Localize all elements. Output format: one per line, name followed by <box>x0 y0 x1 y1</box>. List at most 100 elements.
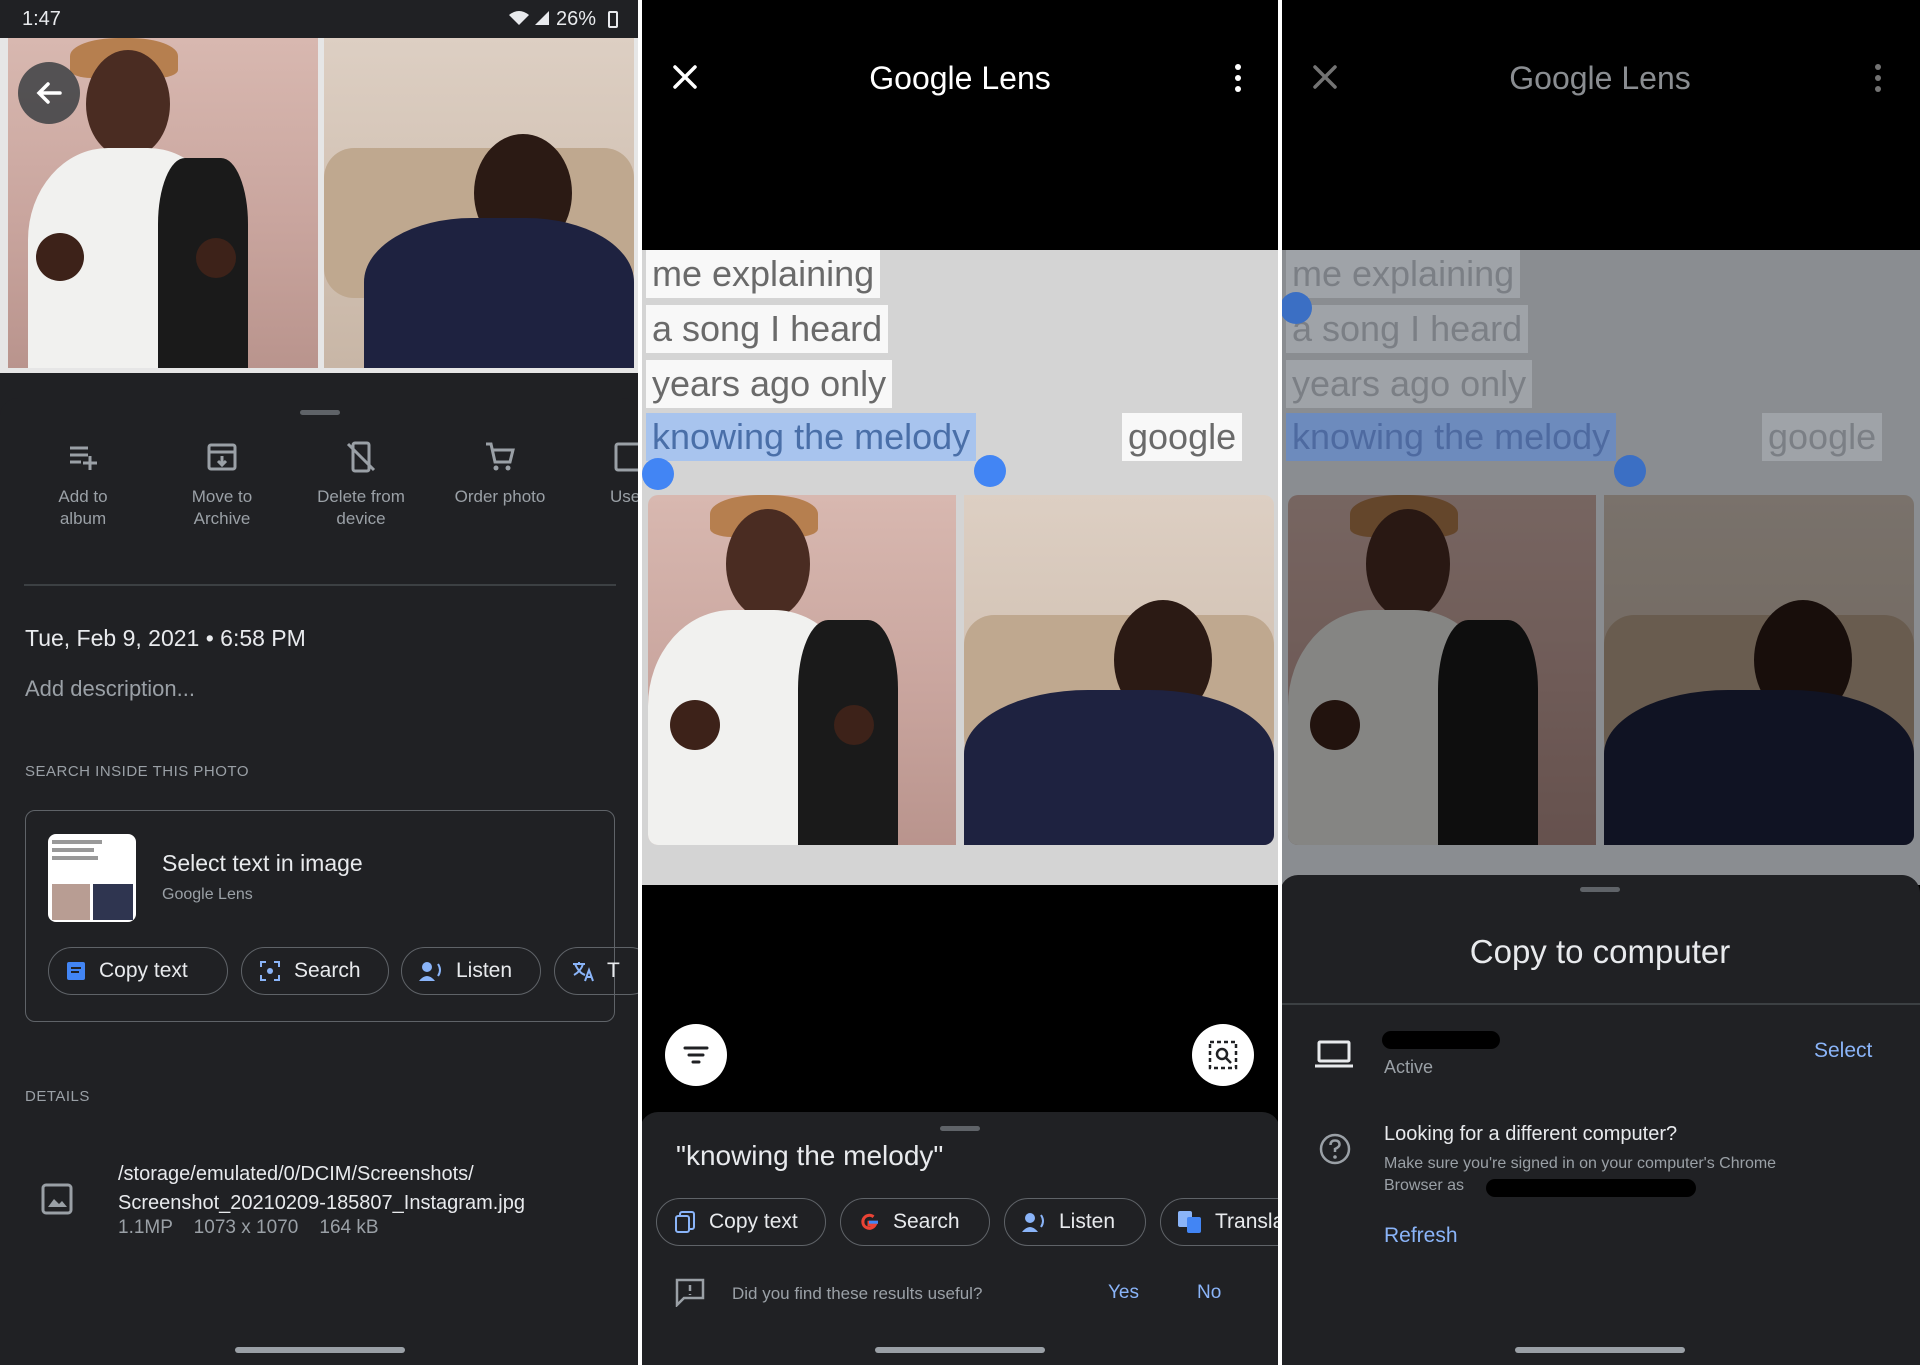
delete-from-device-button[interactable]: Delete from device <box>301 440 421 530</box>
meme-word-tag[interactable]: google <box>1122 413 1243 461</box>
search-inside-label: SEARCH INSIDE THIS PHOTO <box>25 763 249 780</box>
translate-chip[interactable]: Transla <box>1160 1198 1280 1246</box>
copy-to-computer-panel: Google Lens me explaining a song I heard… <box>1280 0 1920 1365</box>
meme-word-line-4-selected[interactable]: knowing the melody <box>1286 413 1617 461</box>
wifi-icon <box>508 10 530 26</box>
divider <box>24 584 616 586</box>
copy-text-chip[interactable]: Copy text <box>656 1198 826 1246</box>
lens-title: Google Lens <box>1509 60 1691 96</box>
listen-chip[interactable]: Listen <box>1004 1198 1146 1246</box>
image-file-icon <box>40 1182 74 1216</box>
status-bar: 1:47 26% <box>0 0 640 38</box>
playlist-add-icon <box>70 446 97 470</box>
help-title: Looking for a different computer? <box>1384 1123 1678 1145</box>
cart-icon <box>486 442 515 471</box>
divider <box>1280 1003 1920 1005</box>
lens-card-title: Select text in image <box>162 850 363 876</box>
meme-word-line-3[interactable]: years ago only <box>1286 360 1533 408</box>
translate-icon <box>573 962 594 982</box>
listen-chip[interactable]: Listen <box>401 947 541 995</box>
battery-percent: 26% <box>556 8 597 30</box>
computer-row[interactable]: Active Select <box>1280 1025 1920 1105</box>
copy-text-icon <box>67 962 85 980</box>
use-as-button[interactable]: Use <box>590 440 640 508</box>
sheet-title: Copy to computer <box>1469 933 1731 970</box>
battery-icon <box>608 11 618 28</box>
redacted-email <box>1486 1179 1696 1197</box>
feedback-no-button[interactable]: No <box>1197 1282 1221 1304</box>
feedback-yes-button[interactable]: Yes <box>1108 1282 1139 1304</box>
copy-icon <box>675 1211 695 1233</box>
listen-icon <box>419 962 441 981</box>
meme-word-line-2[interactable]: a song I heard <box>1286 305 1529 353</box>
file-meta: 1.1MP 1073 x 1070 164 kB <box>118 1217 379 1238</box>
more-menu-button[interactable] <box>1232 62 1244 94</box>
nav-gesture-bar[interactable] <box>235 1347 405 1353</box>
add-description-field[interactable]: Add description... <box>25 676 195 702</box>
lens-scan-button[interactable] <box>1192 1024 1254 1086</box>
selection-handle-start[interactable] <box>1280 292 1312 324</box>
more-vert-icon <box>1875 64 1881 92</box>
use-icon <box>614 442 640 472</box>
delete-device-icon <box>346 441 376 473</box>
meme-word-line-1[interactable]: me explaining <box>646 250 881 298</box>
laptop-icon <box>1315 1040 1353 1068</box>
photo-details-panel: 1:47 26% Add to album Move to Archive De… <box>0 0 640 1365</box>
photo-datetime: Tue, Feb 9, 2021 • 6:58 PM <box>25 625 306 651</box>
order-photo-button[interactable]: Order photo <box>440 440 560 508</box>
nav-gesture-bar[interactable] <box>1515 1347 1685 1353</box>
selection-handle-end[interactable] <box>1614 455 1646 487</box>
search-chip[interactable]: Search <box>241 947 389 995</box>
feedback-icon <box>674 1277 706 1307</box>
photo-preview[interactable] <box>0 38 640 373</box>
meme-word-line-1[interactable]: me explaining <box>1286 250 1521 298</box>
selection-handle-start[interactable] <box>642 458 674 490</box>
google-search-chip[interactable]: Search <box>840 1198 990 1246</box>
listen-icon <box>1022 1213 1044 1232</box>
redacted-device-name <box>1382 1031 1500 1049</box>
arrow-back-icon <box>36 82 62 104</box>
drag-handle[interactable] <box>940 1126 980 1131</box>
translate-chip[interactable]: T <box>554 947 640 995</box>
status-time: 1:47 <box>22 8 61 30</box>
details-label: DETAILS <box>25 1088 90 1105</box>
panel-separator <box>638 0 642 1365</box>
drag-handle[interactable] <box>1580 887 1620 892</box>
filter-icon <box>683 1046 709 1064</box>
image-search-icon <box>1208 1040 1238 1070</box>
drag-handle[interactable] <box>300 410 340 415</box>
lens-card-subtitle: Google Lens <box>162 886 253 903</box>
copy-to-computer-sheet: Copy to computer Active Select Looking f… <box>1280 875 1920 1365</box>
help-icon <box>1319 1133 1351 1165</box>
copy-text-chip[interactable]: Copy text <box>48 947 228 995</box>
meme-word-line-2[interactable]: a song I heard <box>646 305 889 353</box>
selected-text: "knowing the melody" <box>676 1140 944 1171</box>
meme-word-line-4-selected[interactable]: knowing the melody <box>646 413 977 461</box>
device-status: Active <box>1384 1057 1434 1077</box>
more-vert-icon <box>1235 64 1241 92</box>
archive-icon <box>207 443 237 471</box>
meme-photo-right <box>1604 495 1914 845</box>
back-button[interactable] <box>18 62 80 124</box>
meme-photo-right <box>964 495 1274 845</box>
translate-icon <box>1178 1211 1201 1233</box>
file-path: /storage/emulated/0/DCIM/Screenshots/ Sc… <box>118 1163 525 1214</box>
lens-thumbnail[interactable] <box>48 834 136 922</box>
nav-gesture-bar[interactable] <box>875 1347 1045 1353</box>
filter-button[interactable] <box>665 1024 727 1086</box>
meme-word-line-3[interactable]: years ago only <box>646 360 893 408</box>
select-computer-button[interactable]: Select <box>1814 1039 1872 1063</box>
signal-icon <box>534 10 550 26</box>
meme-photo-left <box>1288 495 1596 845</box>
lens-text-selection-panel: Google Lens me explaining a song I heard… <box>640 0 1280 1365</box>
photo-right-half <box>324 38 634 368</box>
refresh-button[interactable]: Refresh <box>1384 1224 1458 1248</box>
meme-photo-left <box>648 495 956 845</box>
google-g-icon <box>861 1213 878 1230</box>
selection-handle-end[interactable] <box>974 455 1006 487</box>
meme-word-tag[interactable]: google <box>1762 413 1883 461</box>
move-to-archive-button[interactable]: Move to Archive <box>162 440 282 530</box>
panel-separator <box>1278 0 1282 1365</box>
add-to-album-button[interactable]: Add to album <box>23 440 143 530</box>
more-menu-button[interactable] <box>1872 62 1884 94</box>
